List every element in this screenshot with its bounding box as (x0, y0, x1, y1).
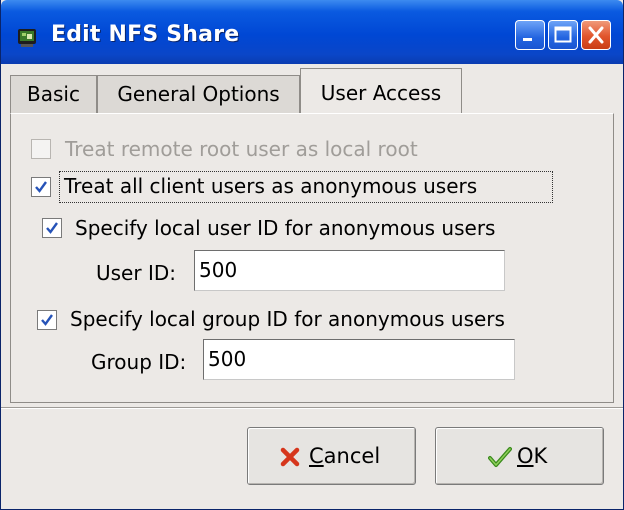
cancel-button[interactable]: Cancel (247, 427, 416, 485)
cancel-label-rest: ancel (323, 444, 381, 468)
tab-basic[interactable]: Basic (10, 75, 97, 113)
checkmark-icon (35, 181, 47, 193)
specify-uid-label: Specify local user ID for anonymous user… (75, 216, 496, 240)
minimize-icon (523, 38, 532, 41)
maximize-button[interactable] (548, 20, 578, 50)
tab-basic-label: Basic (27, 82, 80, 106)
ok-button[interactable]: OK (435, 427, 604, 485)
app-icon (18, 29, 36, 47)
ok-mnemonic: O (517, 444, 534, 468)
minimize-button[interactable] (515, 20, 545, 50)
treat-root-checkbox[interactable] (31, 139, 51, 159)
cancel-button-label: Cancel (309, 444, 380, 468)
close-button[interactable] (581, 20, 611, 50)
checkmark-icon (46, 222, 58, 234)
cancel-x-icon (280, 447, 300, 467)
ok-button-label: OK (517, 444, 547, 468)
specify-gid-checkbox[interactable] (37, 310, 57, 330)
treat-anonymous-checkbox[interactable] (31, 177, 51, 197)
ok-label-rest: K (533, 444, 548, 468)
edit-nfs-share-dialog: Edit NFS Share Basic General Options Use… (0, 0, 624, 510)
close-icon (588, 26, 604, 44)
specify-gid-label: Specify local group ID for anonymous use… (70, 307, 505, 331)
button-separator (1, 407, 623, 409)
tab-general-options-label: General Options (117, 82, 280, 106)
user-id-label: User ID: (96, 261, 176, 285)
tab-general-options[interactable]: General Options (97, 75, 300, 113)
tab-user-access[interactable]: User Access (300, 68, 462, 114)
user-id-input[interactable]: 500 (194, 250, 505, 291)
title-bar[interactable]: Edit NFS Share (1, 0, 623, 64)
group-id-label: Group ID: (91, 350, 187, 374)
treat-anonymous-label: Treat all client users as anonymous user… (64, 174, 478, 198)
window-title: Edit NFS Share (51, 22, 240, 47)
ok-check-icon (488, 447, 512, 467)
checkmark-icon (41, 314, 53, 326)
group-id-input[interactable]: 500 (203, 339, 515, 380)
maximize-icon (554, 26, 572, 43)
specify-uid-checkbox[interactable] (42, 218, 62, 238)
tab-user-access-label: User Access (320, 81, 442, 105)
treat-root-label: Treat remote root user as local root (65, 137, 418, 161)
cancel-mnemonic: C (309, 444, 324, 468)
